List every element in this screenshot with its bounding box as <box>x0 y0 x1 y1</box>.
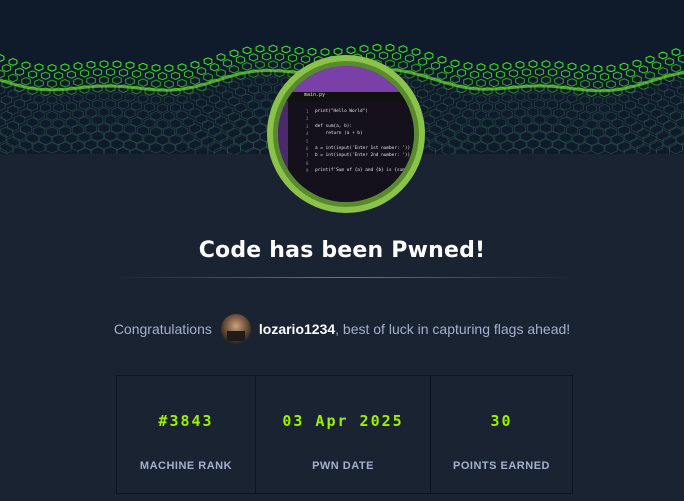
line-number: 2 <box>306 116 309 122</box>
line-number: 6 <box>306 146 309 151</box>
line-number: 3 <box>306 123 309 129</box>
machine-rank-value: #3843 <box>158 412 214 430</box>
line-number: 7 <box>306 153 309 159</box>
points-earned-value: 30 <box>490 412 513 430</box>
user-avatar[interactable] <box>220 314 251 344</box>
line-number: 5 <box>306 138 309 144</box>
points-earned-label: POINTS EARNED <box>453 460 550 472</box>
machine-avatar-image: main.py 1 print("Hello World") 2 3 def sum(a… <box>278 66 414 202</box>
stat-points-earned: 30 POINTS EARNED <box>431 376 572 493</box>
line-number: 1 <box>306 109 309 114</box>
congrats-prefix: Congratulations <box>113 321 212 337</box>
editor-tab-label: main.py <box>304 92 326 98</box>
username-link[interactable]: lozario1234 <box>259 321 335 337</box>
stat-pwn-date: 03 Apr 2025 PWN DATE <box>256 376 431 493</box>
pwn-date-label: PWN DATE <box>312 460 374 472</box>
code-line: print(f'Sum of {a} and {b} is {sum(a, <box>315 168 413 174</box>
stats-panel: #3843 MACHINE RANK 03 Apr 2025 PWN DATE … <box>116 375 573 494</box>
code-line: print("Hello World") <box>315 109 368 114</box>
code-line: def sum(a, b): <box>315 123 353 129</box>
congrats-suffix: , best of luck in capturing flags ahead! <box>335 321 571 337</box>
line-number: 8 <box>306 160 309 166</box>
machine-badge: main.py 1 print("Hello World") 2 3 def sum(a… <box>267 55 425 213</box>
pwned-page: main.py 1 print("Hello World") 2 3 def sum(a… <box>0 0 684 501</box>
line-number: 9 <box>306 168 309 174</box>
page-title: Code has been Pwned! <box>198 238 486 263</box>
title-divider <box>117 277 572 278</box>
machine-rank-label: MACHINE RANK <box>139 460 233 472</box>
line-number: 4 <box>306 131 309 137</box>
pwn-date-value: 03 Apr 2025 <box>282 412 404 430</box>
code-line: b = int(input('Enter 2nd number: ')) <box>315 153 411 159</box>
code-line: return (a + b) <box>315 131 363 137</box>
congratulations-message: Congratulations lozario1234 , best of lu… <box>0 314 684 344</box>
code-line: a = int(input('Enter 1st number: ')) <box>315 146 411 151</box>
stat-machine-rank: #3843 MACHINE RANK <box>117 376 256 493</box>
